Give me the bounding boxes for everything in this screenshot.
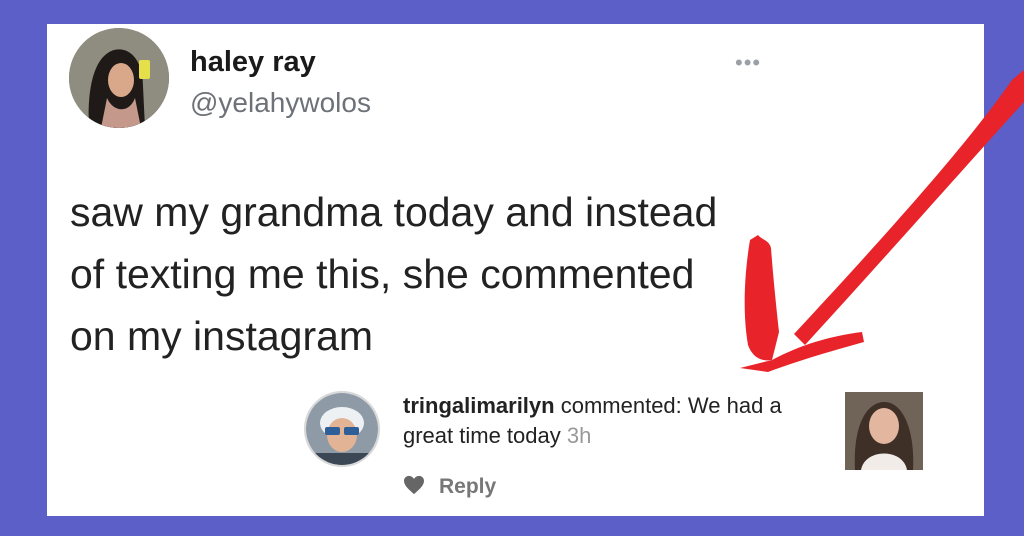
username-handle[interactable]: @yelahywolos <box>190 87 371 119</box>
tweet-line: saw my grandma today and instead <box>70 189 718 235</box>
profile-avatar[interactable] <box>69 28 169 128</box>
tweet-body: saw my grandma today and instead of text… <box>70 181 790 367</box>
comment-username[interactable]: tringalimarilyn <box>403 393 555 418</box>
tweet-line: of texting me this, she commented <box>70 251 695 297</box>
more-options-icon[interactable]: ••• <box>735 50 761 76</box>
tweet-card: haley ray @yelahywolos ••• saw my grandm… <box>47 24 984 516</box>
display-name[interactable]: haley ray <box>190 46 316 79</box>
comment-text: tringalimarilyn commented: We had a grea… <box>403 391 813 451</box>
reply-button[interactable]: Reply <box>403 472 496 502</box>
comment-action: commented: <box>560 393 682 418</box>
heart-icon[interactable] <box>403 475 425 500</box>
tweet-line: on my instagram <box>70 313 374 359</box>
post-thumbnail[interactable] <box>845 392 923 470</box>
reply-label: Reply <box>439 475 497 498</box>
commenter-avatar[interactable] <box>304 391 380 467</box>
comment-timestamp: 3h <box>566 423 592 448</box>
